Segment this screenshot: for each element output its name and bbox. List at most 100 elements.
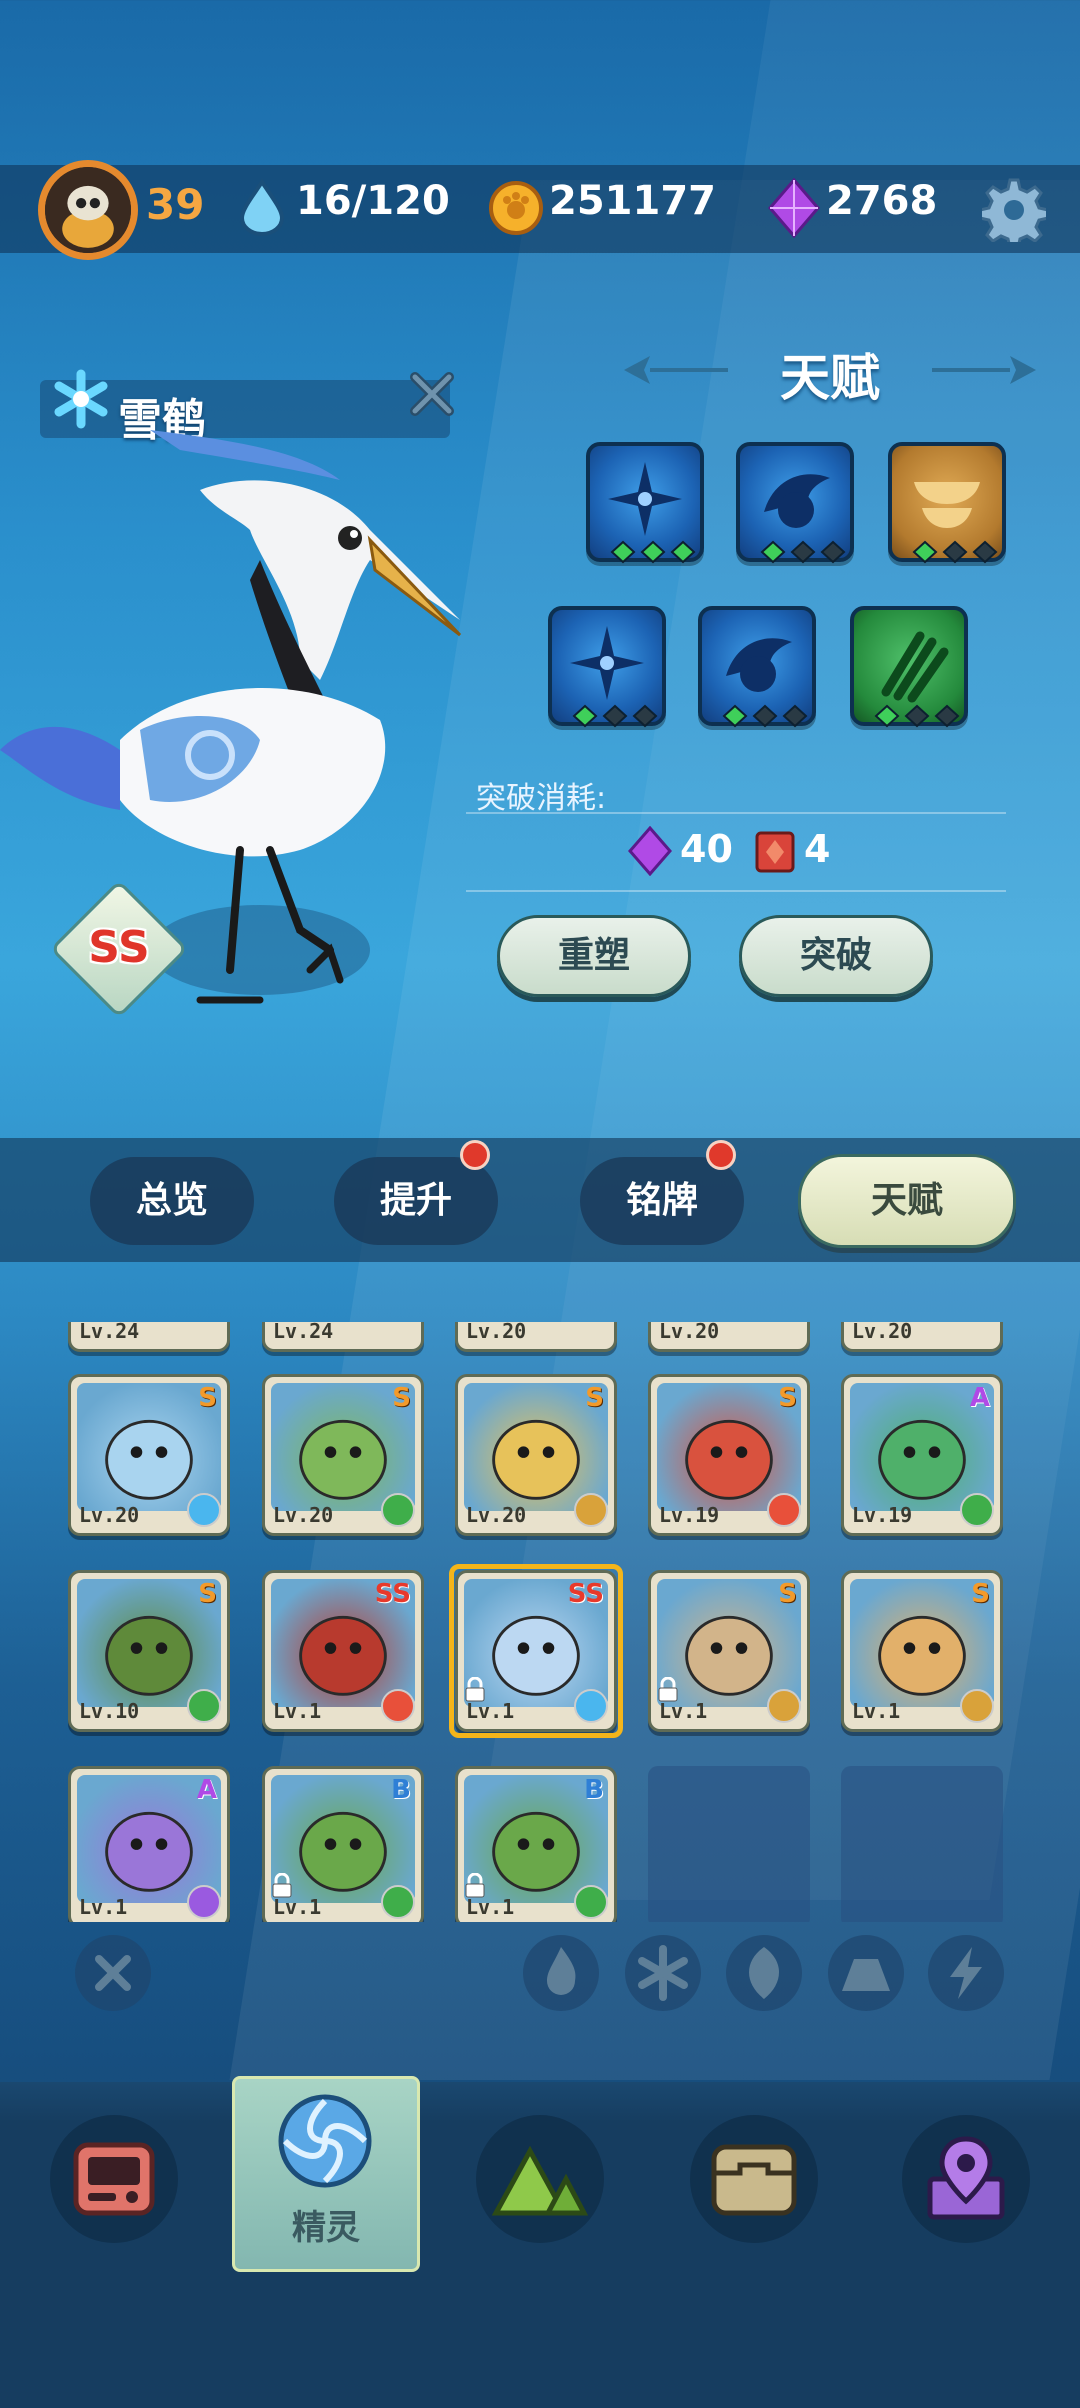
- pet-card-skullpup[interactable]: S Lv.20: [455, 1374, 617, 1536]
- earth-icon: [842, 1959, 890, 1991]
- rank-label: A: [196, 1775, 217, 1805]
- level-pip: [610, 540, 636, 564]
- talent-skill-slot[interactable]: [888, 442, 1006, 564]
- gem-icon: [768, 178, 820, 238]
- close-icon: [95, 1955, 131, 1991]
- level-pip: [790, 540, 816, 564]
- rank-label: S: [198, 1579, 217, 1609]
- nav-console[interactable]: [50, 2115, 178, 2243]
- talent-skill-slot[interactable]: [586, 442, 704, 564]
- breakthrough-cost-label: 突破消耗:: [476, 781, 607, 816]
- nav-inventory[interactable]: [690, 2115, 818, 2243]
- tab-nameplate[interactable]: 铭牌: [580, 1157, 744, 1245]
- pet-card-monkey[interactable]: B Lv.1: [262, 1766, 424, 1922]
- notification-dot: [460, 1140, 490, 1170]
- level-pip: [640, 540, 666, 564]
- fire-icon: [547, 1947, 576, 1995]
- pet-card-goat[interactable]: S Lv.1: [648, 1570, 810, 1732]
- level-pip: [632, 704, 658, 728]
- spirit-icon: [278, 2094, 372, 2188]
- claw-icon: [881, 631, 949, 703]
- pet-level: Lv.1: [852, 1699, 901, 1723]
- rank-label: S: [585, 1383, 604, 1413]
- fire-element-icon: [381, 1689, 415, 1723]
- talent-level-pips: [572, 704, 658, 728]
- filter-fire-button[interactable]: [523, 1935, 599, 2011]
- pet-level: Lv.20: [466, 1322, 527, 1343]
- grass-element-icon: [381, 1493, 415, 1527]
- pet-card[interactable]: Lv.20: [841, 1322, 1003, 1352]
- talent-skill-slot[interactable]: [698, 606, 816, 728]
- grass-icon: [749, 1947, 779, 1999]
- rank-label: S: [778, 1383, 797, 1413]
- gear-icon[interactable]: [982, 178, 1046, 242]
- grass-element-icon: [960, 1493, 994, 1527]
- coin-icon: [489, 181, 543, 235]
- cost-gems: 40: [680, 827, 733, 871]
- talent-header: 天赋: [620, 338, 1040, 407]
- talent-skill-slot[interactable]: [736, 442, 854, 564]
- grass-element-icon: [381, 1885, 415, 1919]
- talent-level-pips: [760, 540, 846, 564]
- console-icon: [73, 2142, 155, 2216]
- mountain-icon: [491, 2145, 589, 2216]
- talent-level-pips: [610, 540, 696, 564]
- notification-dot: [706, 1140, 736, 1170]
- pet-card-tree[interactable]: S Lv.20: [262, 1374, 424, 1536]
- pet-card-boar[interactable]: A Lv.1: [68, 1766, 230, 1922]
- clear-filter-button[interactable]: [75, 1935, 151, 2011]
- rank-label: B: [584, 1775, 604, 1805]
- pet-card-hood[interactable]: S Lv.10: [68, 1570, 230, 1732]
- level-pip: [572, 704, 598, 728]
- tab-talent[interactable]: 天赋: [798, 1154, 1016, 1248]
- level-pip: [760, 540, 786, 564]
- player-avatar[interactable]: [38, 160, 138, 260]
- earth-element-icon: [960, 1689, 994, 1723]
- water-drop-icon: [239, 178, 285, 236]
- pet-card-tiger[interactable]: S Lv.20: [68, 1374, 230, 1536]
- pet-roster-grid: Lv.24 Lv.24 Lv.20 Lv.20 Lv.20 S Lv.20 S Lv.20 S Lv…: [0, 1322, 1080, 1922]
- pet-card[interactable]: Lv.20: [648, 1322, 810, 1352]
- reshape-button[interactable]: 重塑: [497, 915, 691, 997]
- lock-icon: [658, 1677, 678, 1702]
- pet-card-snake[interactable]: A Lv.19: [841, 1374, 1003, 1536]
- talent-book-icon: [755, 831, 795, 873]
- filter-grass-button[interactable]: [726, 1935, 802, 2011]
- pet-level: Lv.20: [659, 1322, 720, 1343]
- coin-counter: 251177: [549, 178, 716, 224]
- pet-level: Lv.24: [273, 1322, 334, 1343]
- empty-pet-slot: [648, 1766, 810, 1922]
- ornament-right-icon: [932, 356, 1036, 384]
- pet-card-blob[interactable]: S Lv.1: [841, 1570, 1003, 1732]
- grass-element-icon: [187, 1689, 221, 1723]
- pet-card[interactable]: Lv.24: [68, 1322, 230, 1352]
- talent-skill-slot[interactable]: [850, 606, 968, 728]
- divider: [466, 812, 1006, 814]
- nav-map[interactable]: [902, 2115, 1030, 2243]
- talent-skill-slot[interactable]: [548, 606, 666, 728]
- tab-upgrade[interactable]: 提升: [334, 1157, 498, 1245]
- filter-earth-button[interactable]: [828, 1935, 904, 2011]
- level-pip: [752, 704, 778, 728]
- pet-card[interactable]: Lv.24: [262, 1322, 424, 1352]
- filter-ice-button[interactable]: [625, 1935, 701, 2011]
- pet-card-monkey[interactable]: B Lv.1: [455, 1766, 617, 1922]
- pet-card-dragon[interactable]: S Lv.19: [648, 1374, 810, 1536]
- pet-card[interactable]: Lv.20: [455, 1322, 617, 1352]
- filter-electric-button[interactable]: [928, 1935, 1004, 2011]
- breakthrough-button[interactable]: 突破: [739, 915, 933, 997]
- pet-level: Lv.20: [273, 1503, 334, 1527]
- empty-pet-slot: [841, 1766, 1003, 1922]
- pet-level: Lv.20: [466, 1503, 527, 1527]
- gem-icon: [628, 826, 672, 876]
- rank-label: S: [392, 1383, 411, 1413]
- pet-card-bull[interactable]: SS Lv.1: [262, 1570, 424, 1732]
- divider: [466, 890, 1006, 892]
- chest-icon: [711, 2144, 797, 2216]
- level-pip: [972, 540, 998, 564]
- level-pip: [904, 704, 930, 728]
- ice-icon: [638, 1945, 688, 2001]
- tab-overview[interactable]: 总览: [90, 1157, 254, 1245]
- level-pip: [782, 704, 808, 728]
- nav-adventure[interactable]: [476, 2115, 604, 2243]
